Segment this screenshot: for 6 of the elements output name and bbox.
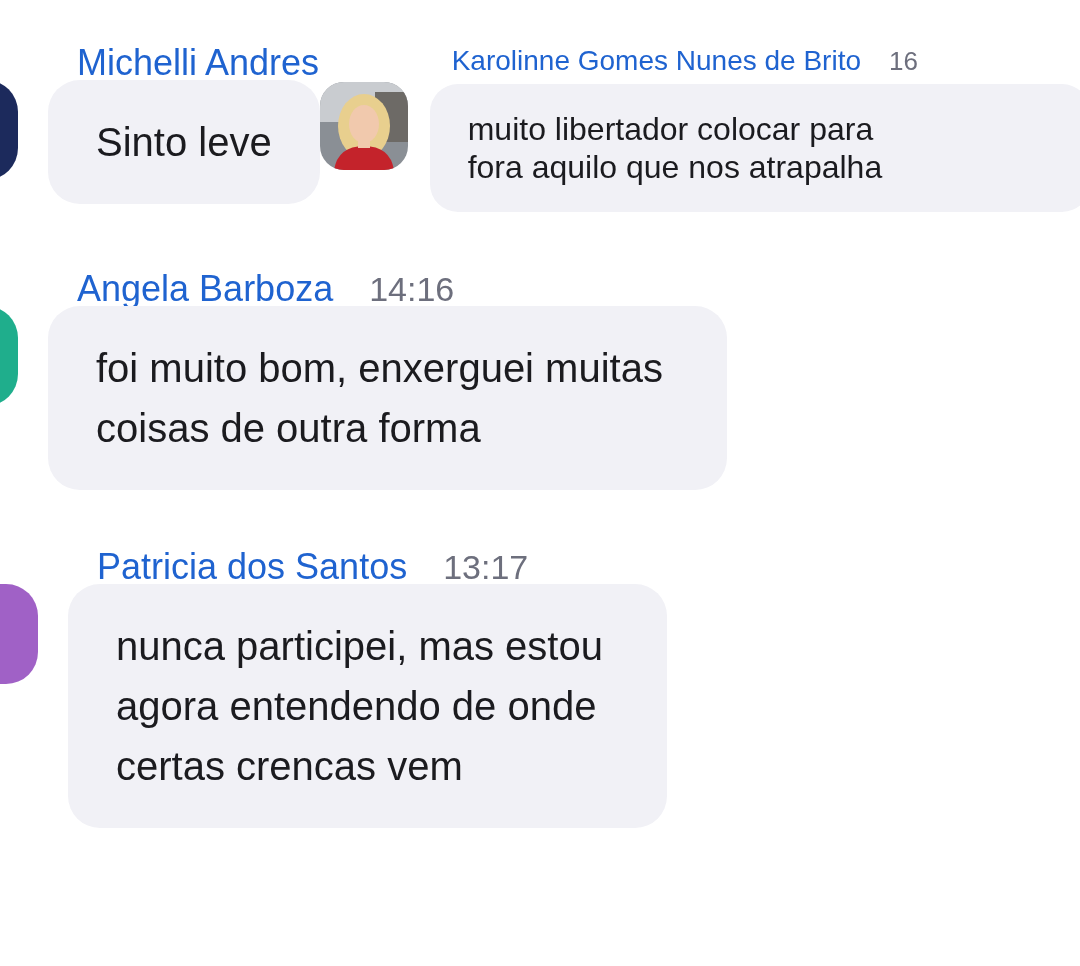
timestamp: 16 [889,45,918,78]
sender-name: Karolinne Gomes Nunes de Brito [451,44,861,78]
message-bubble: nunca participei, mas estou agora entendendo de onde certas crencas vem [68,584,667,828]
message-bubble: foi muito bom, enxerguei muitas coisas de outra forma [48,306,727,490]
message-bubble: Sinto leve [48,80,320,204]
message-bubble: muito libertador colocar para fora aquilo que nos atrapalha [429,84,1080,212]
